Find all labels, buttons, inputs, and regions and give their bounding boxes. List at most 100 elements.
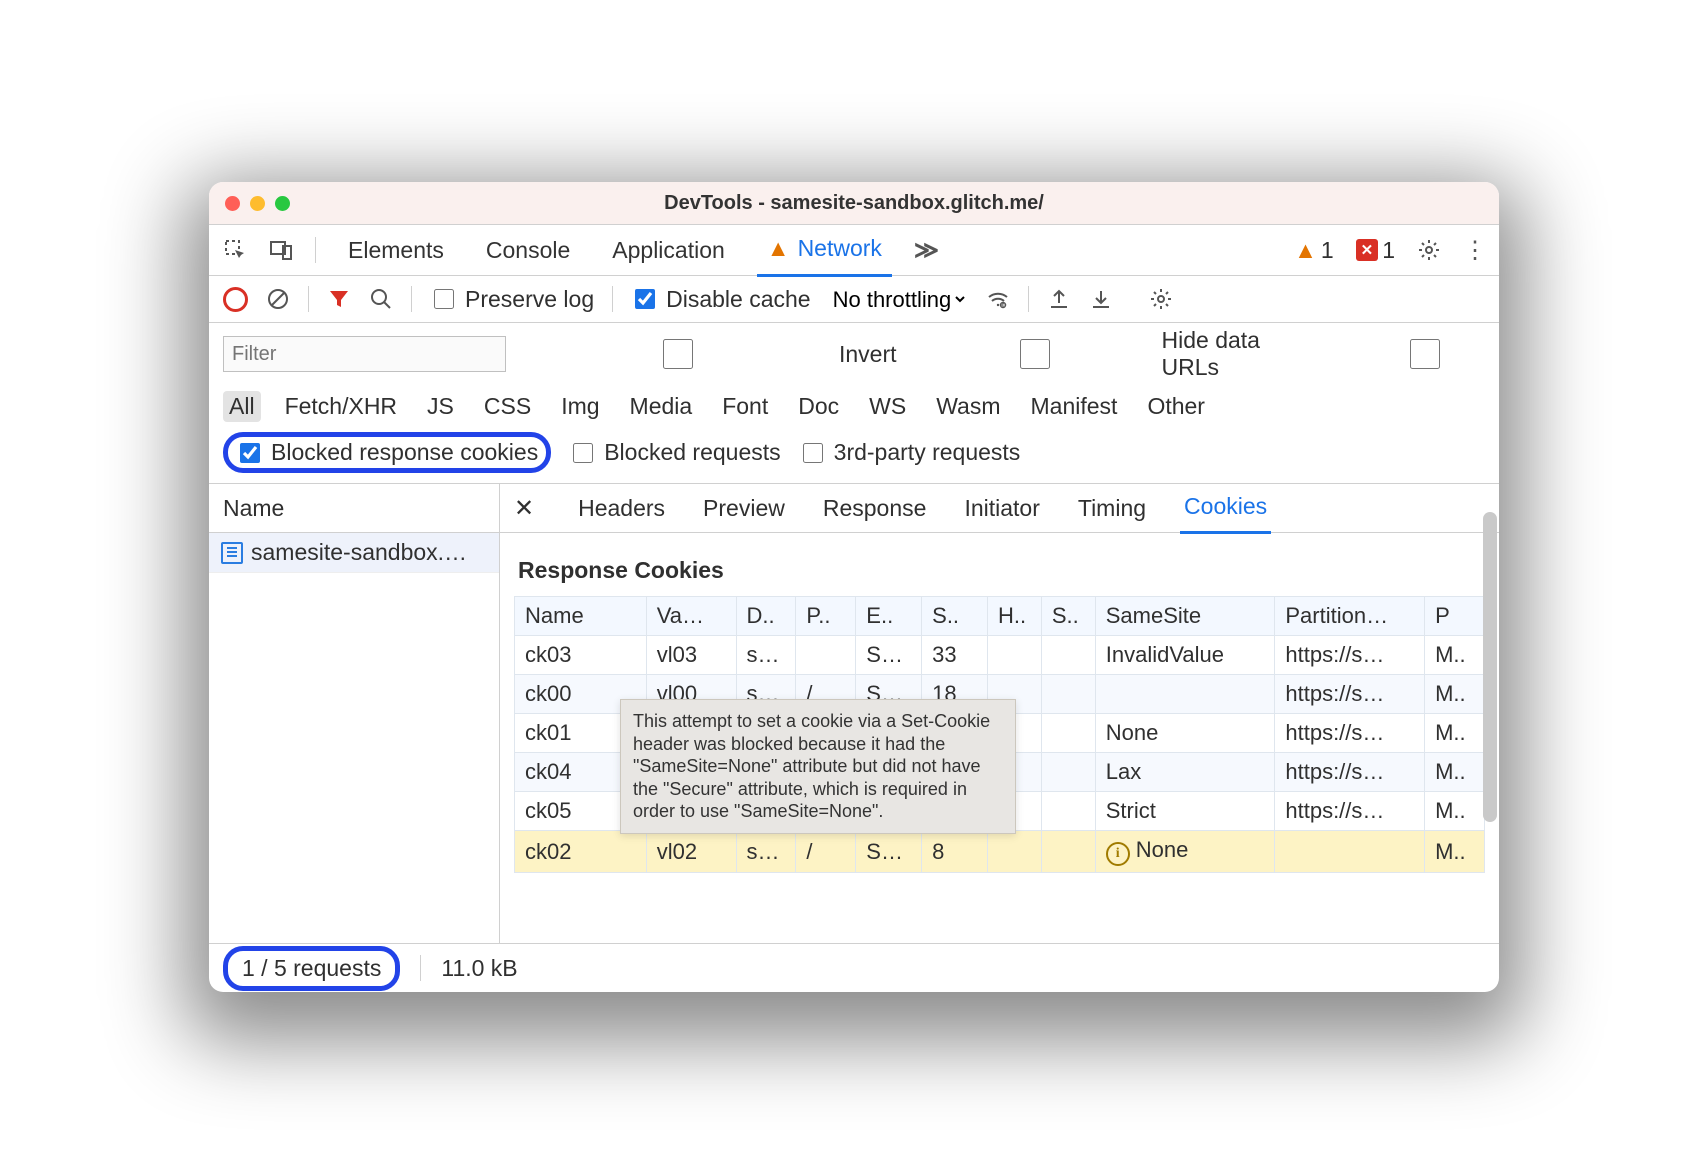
issues-error-badge[interactable]: ✕ 1 [1356,237,1395,264]
type-filter-manifest[interactable]: Manifest [1025,391,1124,422]
cell-size: 8 [922,831,988,873]
request-list[interactable]: samesite-sandbox.… [209,533,499,943]
table-row[interactable]: ck03vl03s…S…33InvalidValuehttps://s…M.. [515,636,1485,675]
cell-partition: https://s… [1275,792,1425,831]
col-httponly[interactable]: H.. [988,597,1042,636]
record-button[interactable] [223,287,248,312]
col-expires[interactable]: E.. [856,597,922,636]
tab-application[interactable]: Application [602,225,735,275]
scrollbar[interactable] [1483,512,1497,822]
cell-samesite: InvalidValue [1095,636,1275,675]
col-name[interactable]: Name [515,597,647,636]
blocked-requests-label: Blocked requests [604,439,780,466]
detail-tab-initiator[interactable]: Initiator [960,484,1043,532]
tab-network[interactable]: ▲ Network [757,224,892,277]
detail-tab-timing[interactable]: Timing [1074,484,1150,532]
blocked-requests-checkbox[interactable]: Blocked requests [569,439,780,466]
hide-extension-urls-checkbox[interactable]: Hide extension URLs [1305,327,1499,381]
col-samesite[interactable]: SameSite [1095,597,1275,636]
type-filter-js[interactable]: JS [421,391,460,422]
network-settings-icon[interactable] [1149,287,1173,311]
inspect-element-icon[interactable] [223,238,247,262]
col-value[interactable]: Va… [646,597,736,636]
search-icon[interactable] [369,287,393,311]
preserve-log-checkbox[interactable]: Preserve log [430,286,594,313]
col-domain[interactable]: D.. [736,597,796,636]
request-count: 1 / 5 requests [242,955,381,982]
filter-options-row: Blocked response cookies Blocked request… [209,428,1499,484]
type-filter-doc[interactable]: Doc [792,391,845,422]
settings-icon[interactable] [1417,238,1441,262]
blocked-response-cookies-highlight: Blocked response cookies [223,432,551,473]
main-tabs: Elements Console Application ▲ Network ≫… [209,225,1499,276]
issues-warning-badge[interactable]: ▲ 1 [1294,237,1334,264]
cell-priority: M.. [1425,831,1485,873]
divider [308,286,309,312]
third-party-requests-checkbox[interactable]: 3rd-party requests [799,439,1021,466]
status-bar: 1 / 5 requests 11.0 kB [209,943,1499,992]
col-size[interactable]: S.. [922,597,988,636]
kebab-menu-icon[interactable]: ⋮ [1463,236,1485,265]
type-filter-css[interactable]: CSS [478,391,537,422]
type-filter-fetch-xhr[interactable]: Fetch/XHR [279,391,403,422]
cell-samesite [1095,675,1275,714]
clear-button[interactable] [266,287,290,311]
name-column-header: Name [223,495,284,522]
window-controls [225,196,345,211]
third-party-requests-label: 3rd-party requests [834,439,1021,466]
zoom-window-icon[interactable] [275,196,290,211]
network-conditions-icon[interactable] [986,287,1010,311]
cell-httponly [988,636,1042,675]
filter-icon[interactable] [327,287,351,311]
type-filter-other[interactable]: Other [1141,391,1211,422]
type-filter-all[interactable]: All [223,391,261,422]
divider [420,955,421,981]
hide-data-urls-checkbox[interactable]: Hide data URLs [915,327,1288,381]
error-count: 1 [1382,237,1395,264]
throttling-select[interactable]: No throttling [829,286,968,313]
device-toolbar-icon[interactable] [269,238,293,262]
cell-name: ck02 [515,831,647,873]
cell-priority: M.. [1425,714,1485,753]
detail-tab-headers[interactable]: Headers [574,484,669,532]
detail-tab-response[interactable]: Response [819,484,931,532]
col-path[interactable]: P.. [796,597,856,636]
info-icon: i [1106,842,1130,866]
type-filter-wasm[interactable]: Wasm [930,391,1006,422]
blocked-response-cookies-checkbox[interactable]: Blocked response cookies [236,439,538,466]
detail-tab-preview[interactable]: Preview [699,484,789,532]
type-filter-font[interactable]: Font [716,391,774,422]
divider [612,286,613,312]
request-row[interactable]: samesite-sandbox.… [209,533,499,573]
type-filter-ws[interactable]: WS [863,391,912,422]
request-count-highlight: 1 / 5 requests [223,946,400,991]
transfer-size: 11.0 kB [441,955,517,982]
export-har-icon[interactable] [1047,287,1071,311]
type-filter-media[interactable]: Media [624,391,699,422]
filter-input[interactable] [223,336,506,372]
invert-label: Invert [839,341,897,368]
tab-console[interactable]: Console [476,225,580,275]
close-detail-icon[interactable]: ✕ [514,494,544,523]
more-tabs-button[interactable]: ≫ [914,236,939,265]
tab-elements[interactable]: Elements [338,225,454,275]
minimize-window-icon[interactable] [250,196,265,211]
close-window-icon[interactable] [225,196,240,211]
cookie-blocked-tooltip: This attempt to set a cookie via a Set-C… [620,699,1016,834]
cell-expires: S… [856,831,922,873]
cell-secure [1041,753,1095,792]
detail-tab-cookies[interactable]: Cookies [1180,483,1271,534]
type-filter-img[interactable]: Img [555,391,605,422]
col-secure[interactable]: S.. [1041,597,1095,636]
disable-cache-checkbox[interactable]: Disable cache [631,286,810,313]
table-row[interactable]: ck02vl02s…/S…8iNoneM.. [515,831,1485,873]
col-priority[interactable]: P [1425,597,1485,636]
invert-checkbox[interactable]: Invert [524,336,897,372]
cell-secure [1041,714,1095,753]
request-list-pane: Name samesite-sandbox.… [209,484,500,943]
cell-value: vl03 [646,636,736,675]
import-har-icon[interactable] [1089,287,1113,311]
col-partition[interactable]: Partition… [1275,597,1425,636]
cell-samesite: Lax [1095,753,1275,792]
filter-row: Invert Hide data URLs Hide extension URL… [209,323,1499,385]
